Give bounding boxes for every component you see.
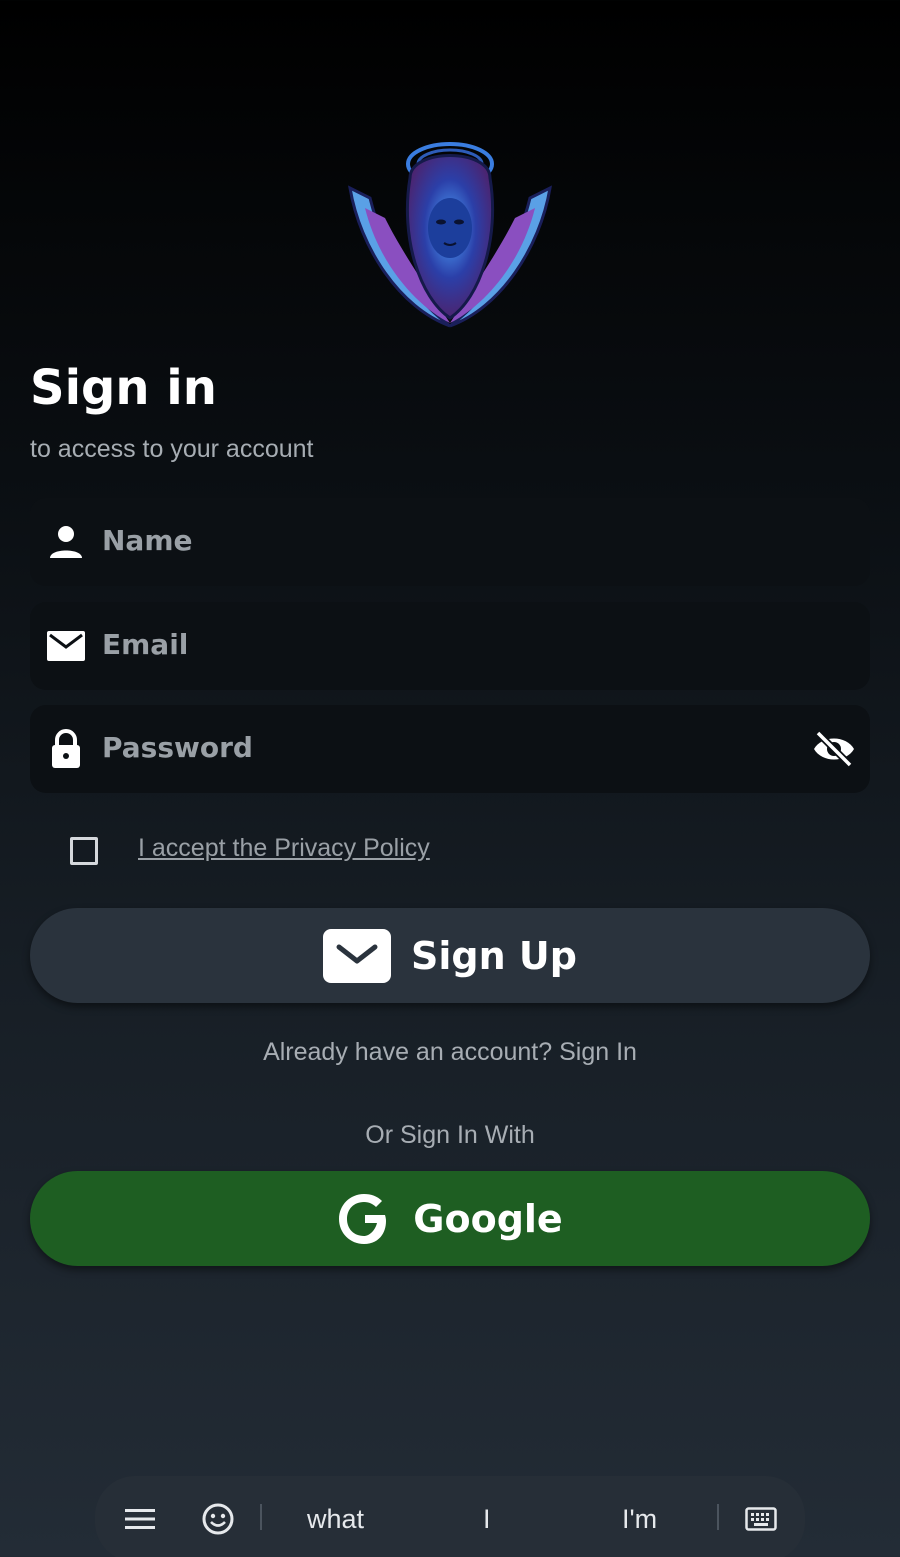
password-field[interactable]: Password — [30, 705, 870, 793]
already-have-account-link[interactable]: Already have an account? Sign In — [0, 1038, 900, 1067]
eye-off-icon[interactable] — [812, 729, 856, 769]
suggestion-2[interactable]: I — [483, 1476, 491, 1557]
privacy-checkbox[interactable] — [70, 837, 98, 865]
menu-icon[interactable] — [123, 1476, 157, 1557]
signup-button[interactable]: Sign Up — [30, 908, 870, 1003]
email-field[interactable]: Email — [30, 602, 870, 690]
email-placeholder: Email — [102, 628, 189, 661]
keyboard-icon[interactable] — [745, 1476, 777, 1557]
or-sign-in-with-label: Or Sign In With — [365, 1121, 535, 1149]
signup-label: Sign Up — [411, 933, 577, 978]
page-title: Sign in — [30, 360, 217, 416]
lock-icon — [52, 729, 80, 768]
app-logo — [348, 142, 552, 328]
google-signin-button[interactable]: Google — [30, 1171, 870, 1266]
name-placeholder: Name — [102, 524, 193, 557]
privacy-policy-link[interactable]: I accept the Privacy Policy — [138, 834, 430, 863]
keyboard-suggestion-bar: what I I'm — [95, 1476, 805, 1557]
suggestion-3[interactable]: I'm — [622, 1476, 657, 1557]
emoji-icon[interactable] — [201, 1476, 235, 1557]
page-subtitle: to access to your account — [30, 435, 314, 463]
mail-icon — [323, 928, 392, 983]
divider — [717, 1504, 719, 1530]
password-placeholder: Password — [102, 731, 253, 764]
mail-icon — [47, 631, 85, 661]
name-field[interactable]: Name — [30, 498, 870, 586]
person-icon — [50, 526, 82, 558]
suggestion-1[interactable]: what — [307, 1476, 364, 1557]
google-icon — [339, 1193, 387, 1244]
google-label: Google — [413, 1196, 563, 1241]
divider — [260, 1504, 262, 1530]
